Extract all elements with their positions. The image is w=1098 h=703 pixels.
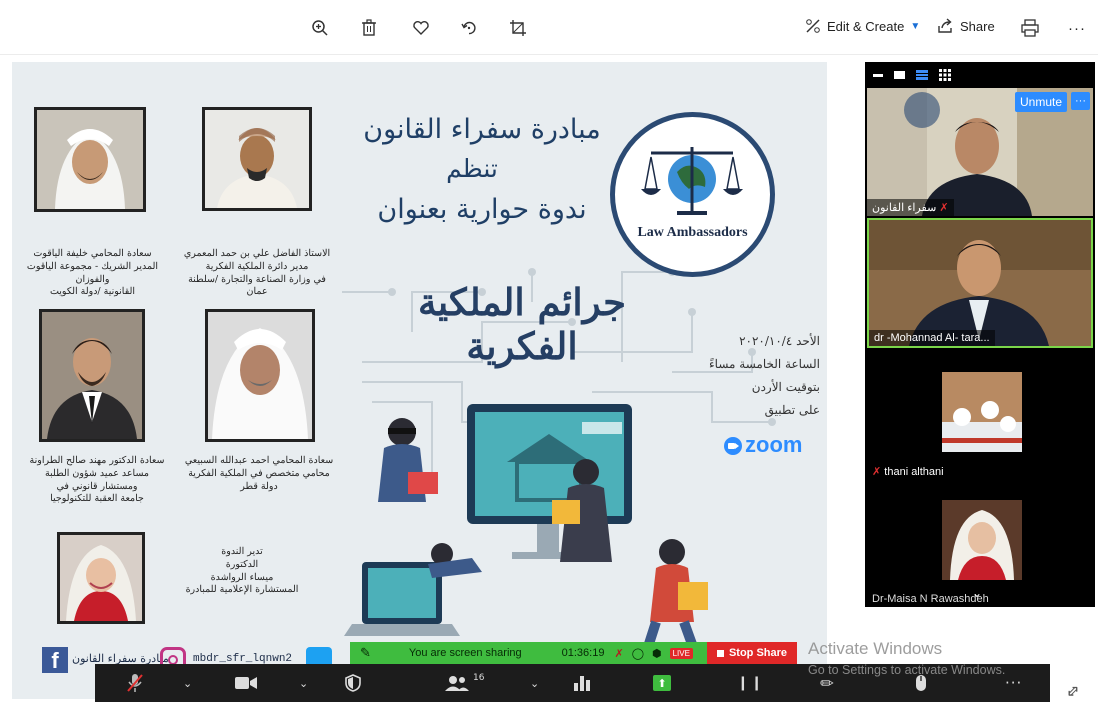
participants-gallery: Unmute ··· ✗ سفراء القانون dr -Mohannad …: [865, 62, 1095, 607]
seminar-title: ندوة حوارية بعنوان: [377, 194, 587, 225]
date-line: الأحد ٢٠٢٠/١٠/٤: [739, 334, 820, 348]
speaker-portrait-3: [39, 309, 145, 442]
speaker-caption-1: سعادة المحامي خليفة الياقوت المدير الشري…: [26, 248, 159, 298]
participant-tile-3[interactable]: ✗ thani althani: [867, 352, 1093, 480]
initiative-title: مبادرة سفراء القانون: [363, 114, 601, 145]
windows-activation-watermark: Activate Windows Go to Settings to activ…: [808, 639, 1005, 677]
participants-icon: [445, 676, 469, 691]
microphone-muted-icon: [127, 674, 143, 692]
tile-more-button[interactable]: ···: [1071, 92, 1090, 110]
mic-muted-icon: ✗: [614, 647, 624, 660]
fullscreen-icon[interactable]: ⇕: [1061, 680, 1084, 703]
security-icon: ⬢: [652, 647, 662, 660]
participant-name-text: thani althani: [884, 466, 944, 478]
shared-screen-slide: سعادة المحامي خليفة الياقوت المدير الشري…: [12, 62, 827, 699]
moderator-caption: تدير الندوة الدكتورة ميساء الرواشدة المس…: [185, 546, 299, 596]
bar-chart-icon: [574, 676, 590, 691]
print-icon[interactable]: [1017, 15, 1043, 41]
share-icon: [938, 18, 952, 33]
speaker-portrait-2: [202, 107, 312, 211]
participants-options-chevron[interactable]: ⌄: [530, 672, 539, 694]
zoom-in-icon[interactable]: [307, 15, 333, 41]
gallery-view-icon[interactable]: [939, 69, 951, 81]
moderator-portrait: [57, 532, 145, 624]
mic-muted-icon: ✗: [872, 466, 882, 478]
chevron-down-icon: ▼: [910, 20, 921, 32]
heart-icon[interactable]: [408, 15, 434, 41]
video-options-chevron[interactable]: ⌄: [299, 672, 308, 694]
crop-icon[interactable]: [505, 15, 531, 41]
participant-tile-2[interactable]: dr -Mohannad Al- tara...: [867, 218, 1093, 348]
participant-name-1: ✗ سفراء القانون: [867, 199, 954, 216]
speaker-caption-4: سعادة المحامي احمد عبدالله السبيعي محامي…: [184, 455, 334, 492]
edit-create-button[interactable]: Edit & Create ▼: [805, 18, 920, 34]
speaker-caption-3: سعادة الدكتور مهند صالح الطراونة مساعد ع…: [29, 455, 165, 505]
audio-options-chevron[interactable]: ⌄: [183, 672, 192, 694]
watermark-line-2: Go to Settings to activate Windows.: [808, 663, 1006, 677]
logo-text: Law Ambassadors: [637, 225, 748, 240]
video-camera-icon: [235, 677, 257, 689]
participant-name-2: dr -Mohannad Al- tara...: [869, 330, 995, 346]
watermark-line-1: Activate Windows: [808, 639, 943, 658]
pause-share-button[interactable]: ❙❙: [737, 672, 764, 694]
minimize-view-icon[interactable]: [873, 73, 883, 77]
sharing-timer: 01:36:19: [561, 647, 605, 659]
screen-sharing-bar: ✎ You are screen sharing 01:36:19 ✗ ◯ ⬢ …: [350, 642, 797, 664]
more-options-button[interactable]: ···: [1068, 20, 1086, 37]
record-icon: ◯: [631, 647, 644, 660]
drag-handle-icon[interactable]: ✎: [360, 645, 371, 661]
participant-name-3: ✗ thani althani: [867, 463, 949, 480]
sharing-status: You are screen sharing: [408, 647, 522, 659]
participants-count: 16: [473, 673, 485, 683]
stop-share-label: Stop Share: [728, 647, 788, 659]
live-badge: LIVE: [669, 647, 693, 659]
participant-name-text: سفراء القانون: [872, 202, 937, 214]
strip-view-icon[interactable]: [916, 70, 928, 80]
facebook-icon: f: [42, 647, 68, 673]
photo-viewer-toolbar: Edit & Create ▼ Share ···: [0, 0, 1098, 55]
share-label: Share: [960, 18, 995, 34]
rotate-icon[interactable]: [456, 15, 482, 41]
security-button[interactable]: [345, 672, 361, 694]
stop-share-button[interactable]: Stop Share: [707, 642, 797, 664]
share-screen-button[interactable]: ⬆: [653, 672, 671, 694]
zoom-wordmark: zoom: [745, 432, 803, 457]
video-button[interactable]: [235, 672, 257, 694]
speaker-portrait-1: [34, 107, 146, 212]
stop-icon: [716, 649, 724, 657]
unmute-button[interactable]: Unmute: [1015, 92, 1068, 112]
participants-button[interactable]: 16: [445, 672, 484, 694]
trash-icon[interactable]: [356, 15, 382, 41]
mute-button[interactable]: [127, 672, 143, 694]
participant-tile-1[interactable]: Unmute ··· ✗ سفراء القانون: [867, 88, 1093, 216]
shield-icon: [345, 674, 361, 692]
law-ambassadors-logo: Law Ambassadors: [610, 112, 775, 277]
scroll-down-icon[interactable]: ⌄: [972, 586, 982, 600]
organizes-label: تنظم: [446, 154, 498, 183]
participant-tile-4[interactable]: Dr-Maisa N Rawashdeh ⌄: [867, 482, 1093, 607]
view-switcher: [873, 67, 951, 83]
edit-create-icon: [806, 19, 820, 33]
polls-button[interactable]: [573, 672, 591, 694]
speaker-portrait-4: [205, 309, 315, 442]
more-controls-button[interactable]: ···: [1005, 672, 1022, 694]
share-button[interactable]: Share: [937, 18, 995, 34]
speaker-view-icon[interactable]: [894, 71, 905, 79]
edit-create-label: Edit & Create: [827, 18, 905, 34]
share-up-arrow-icon: ⬆: [653, 675, 671, 691]
speaker-caption-2: الاستاذ الفاضل علي بن حمد المعمري مدير د…: [183, 248, 331, 298]
mic-muted-icon: ✗: [939, 202, 949, 214]
